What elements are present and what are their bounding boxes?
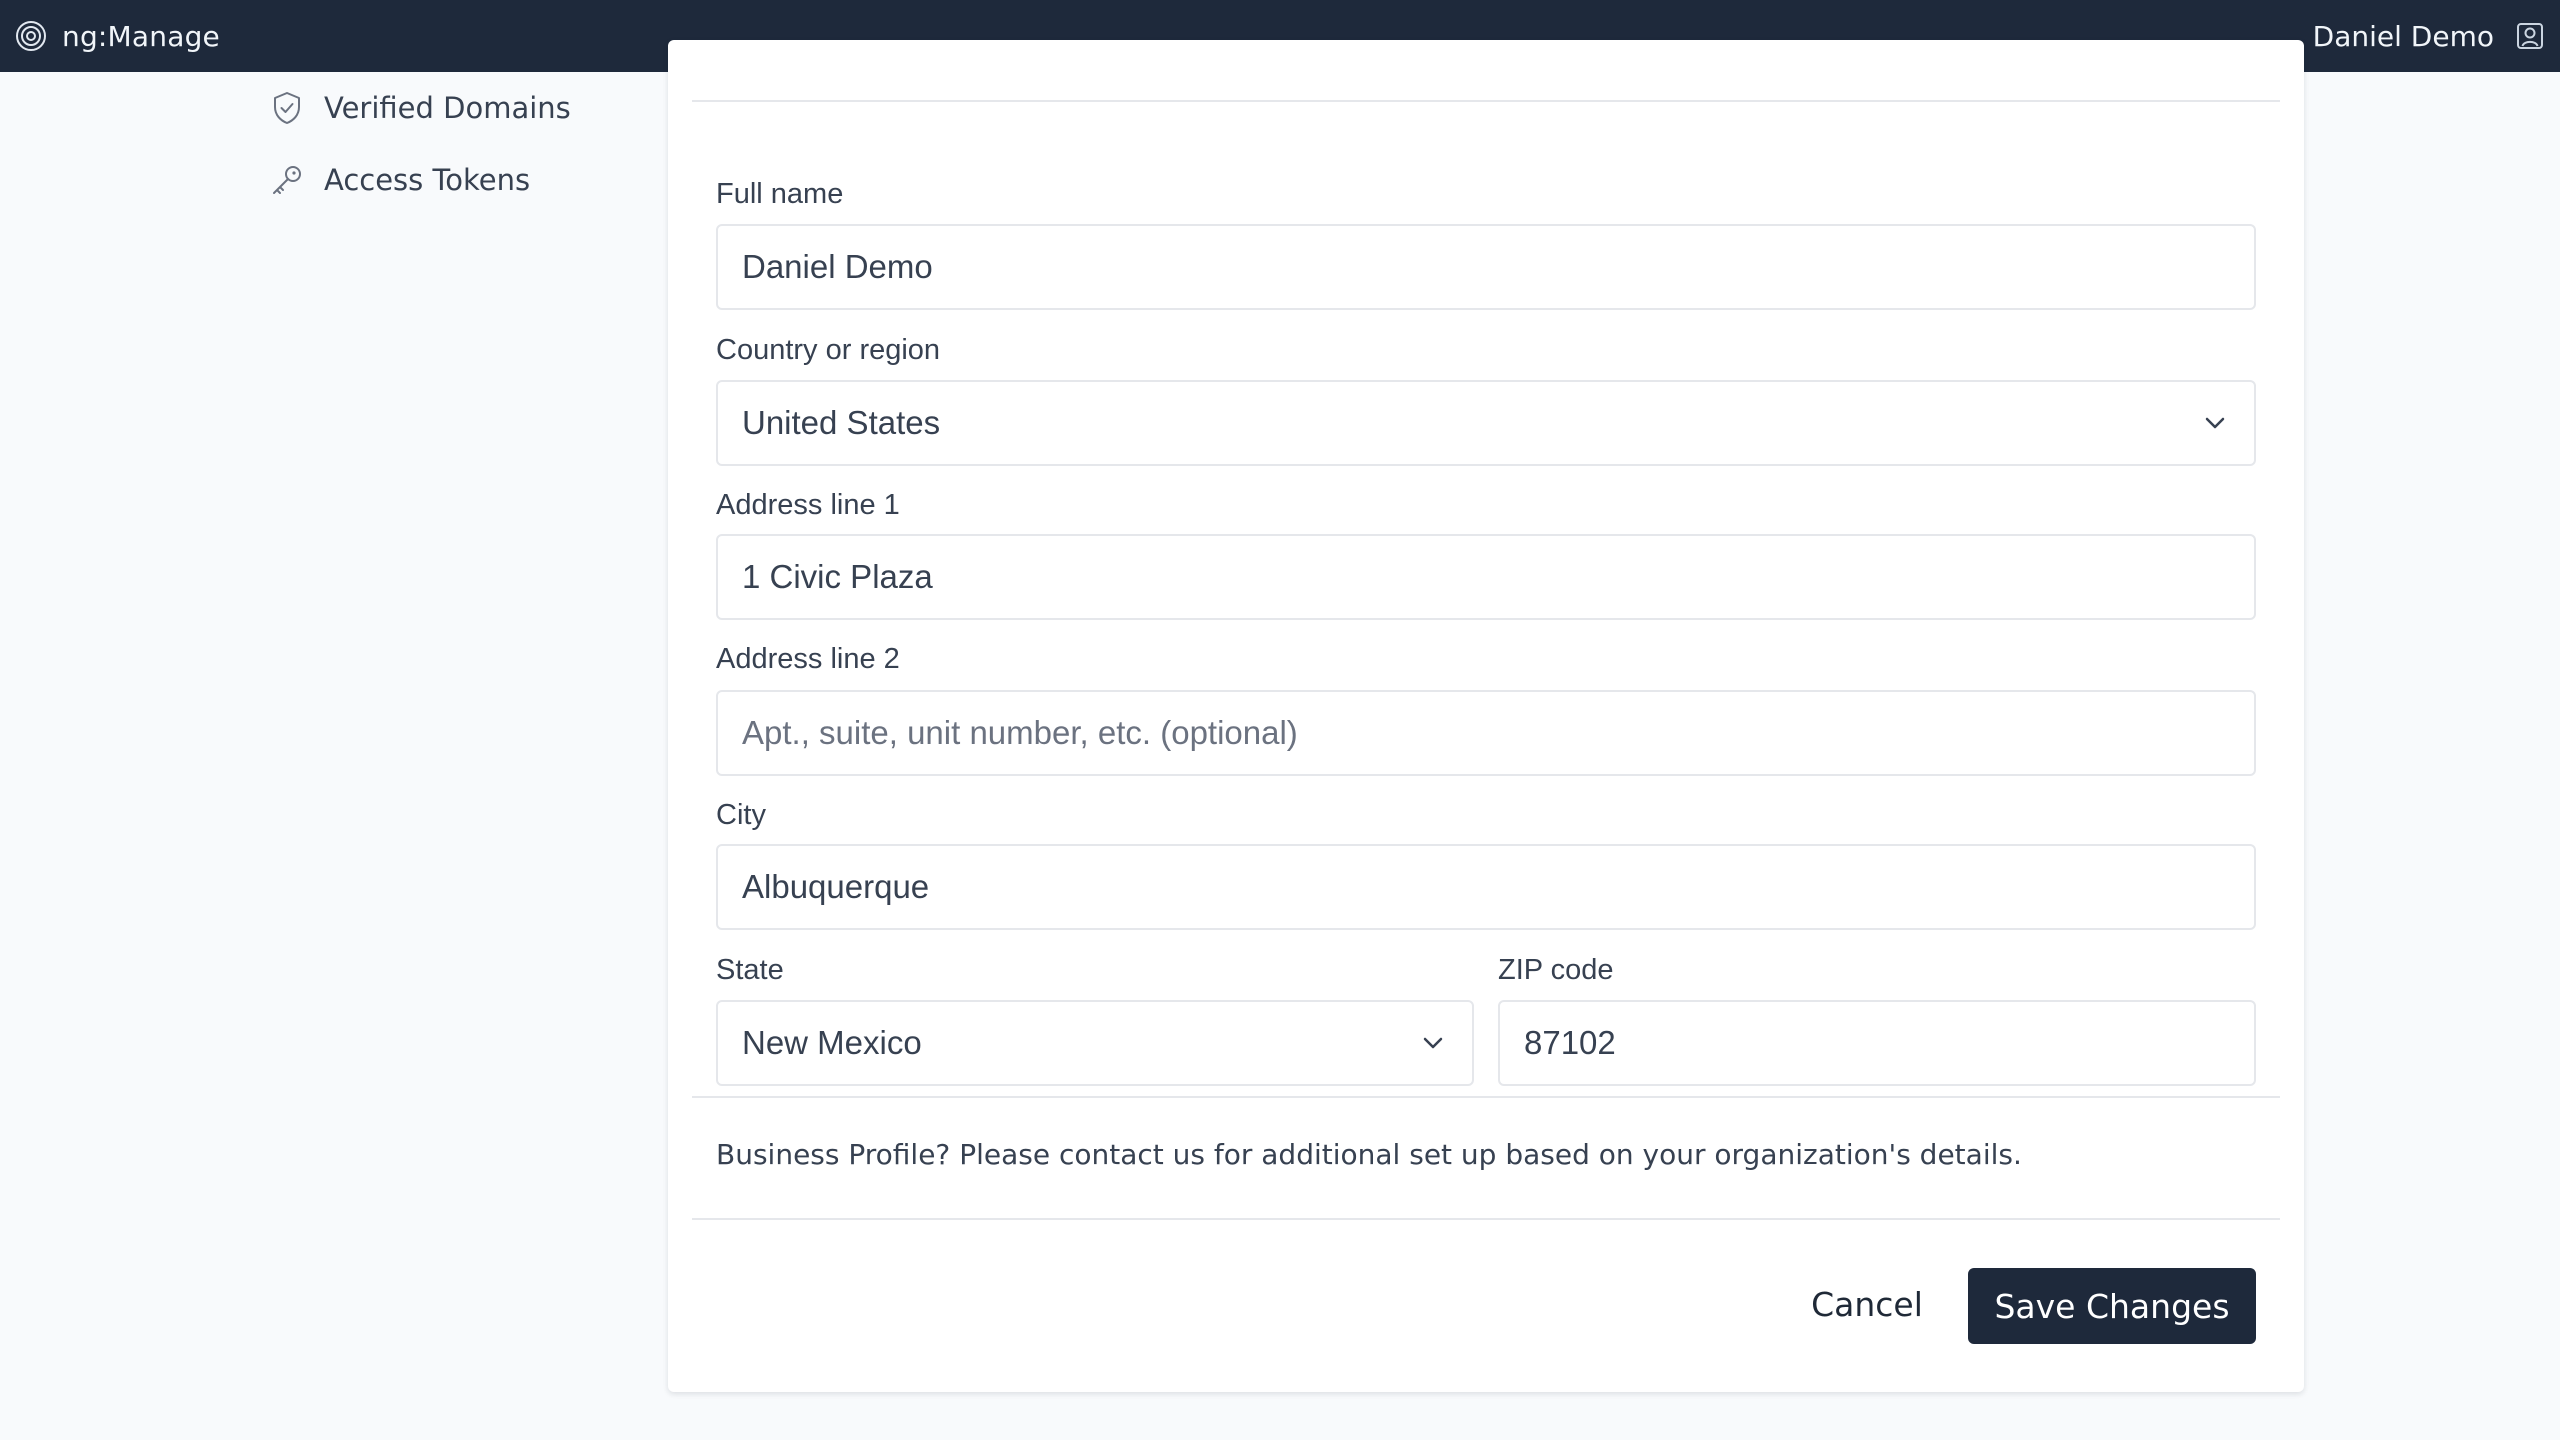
zip-field[interactable]	[1498, 1000, 2256, 1086]
full-name-label: Full name	[716, 178, 844, 210]
divider	[692, 1218, 2280, 1220]
full-name-field[interactable]	[716, 224, 2256, 310]
sidebar-item-verified-domains[interactable]: Verified Domains	[268, 72, 648, 144]
user-menu[interactable]: Daniel Demo	[2313, 20, 2546, 53]
chevron-down-icon	[1418, 1028, 1448, 1058]
address2-label: Address line 2	[716, 643, 900, 675]
brand[interactable]: ng:Manage	[14, 19, 220, 53]
sidebar-item-label: Access Tokens	[324, 163, 531, 197]
profile-form-card: Full name Country or region United State…	[668, 40, 2304, 1392]
city-input[interactable]	[742, 868, 2230, 906]
state-label: State	[716, 954, 784, 986]
city-field[interactable]	[716, 844, 2256, 930]
cancel-button[interactable]: Cancel	[1782, 1266, 1952, 1342]
shield-check-icon	[268, 89, 306, 127]
address2-field[interactable]	[716, 690, 2256, 776]
sidebar: Verified Domains Access Tokens	[268, 72, 648, 216]
save-changes-button[interactable]: Save Changes	[1968, 1268, 2256, 1344]
country-label: Country or region	[716, 334, 941, 366]
address1-input[interactable]	[742, 558, 2230, 596]
user-icon[interactable]	[2514, 20, 2546, 52]
address1-field[interactable]	[716, 534, 2256, 620]
state-value: New Mexico	[742, 1024, 922, 1061]
chevron-down-icon	[2200, 408, 2230, 438]
full-name-input[interactable]	[742, 248, 2230, 286]
user-name: Daniel Demo	[2312, 19, 2494, 53]
target-logo-icon	[14, 19, 48, 53]
divider	[692, 100, 2280, 102]
city-label: City	[716, 799, 766, 831]
country-select[interactable]: United States	[716, 380, 2256, 466]
app-name: ng:Manage	[62, 19, 220, 53]
address2-input[interactable]	[742, 714, 2230, 752]
key-icon	[268, 161, 306, 199]
sidebar-item-label: Verified Domains	[324, 91, 571, 125]
zip-label: ZIP code	[1498, 954, 1614, 986]
divider	[692, 1096, 2280, 1098]
sidebar-item-access-tokens[interactable]: Access Tokens	[268, 144, 648, 216]
business-profile-note: Business Profile? Please contact us for …	[716, 1138, 2022, 1171]
state-select[interactable]: New Mexico	[716, 1000, 1474, 1086]
address1-label: Address line 1	[716, 489, 900, 521]
zip-input[interactable]	[1524, 1024, 2230, 1062]
country-value: United States	[742, 404, 941, 441]
